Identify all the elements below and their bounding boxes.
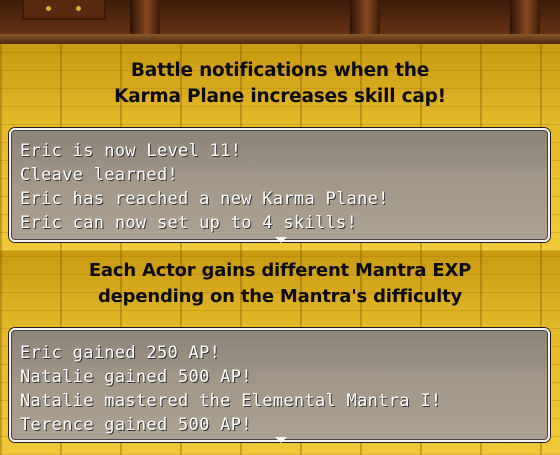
cabinet-knob-icon [76,6,81,11]
battle-message-window: Eric is now Level 11! Cleave learned! Er… [9,128,550,243]
message-line: Natalie gained 500 AP! [20,367,252,387]
message-line: Natalie mastered the Elemental Mantra I! [20,391,442,411]
caption-line: Each Actor gains different Mantra EXP [88,260,472,281]
bottom-screenshot-panel: Each Actor gains different Mantra EXP de… [0,251,560,455]
caption: Battle notifications when the Karma Plan… [0,58,560,110]
caption-line: depending on the Mantra's difficulty [97,286,463,307]
caption: Each Actor gains different Mantra EXP de… [0,258,560,310]
cabinet-decoration [22,0,106,20]
wall-trim [0,34,560,44]
message-line: Eric has reached a new Karma Plane! [20,189,389,209]
continue-arrow-icon[interactable] [275,437,287,443]
message-line: Eric is now Level 11! [20,141,242,161]
message-line: Terence gained 500 AP! [20,415,252,435]
message-line: Eric can now set up to 4 skills! [20,213,358,233]
continue-arrow-icon[interactable] [275,237,287,243]
top-screenshot-panel: Battle notifications when the Karma Plan… [0,0,560,251]
caption-line: Karma Plane increases skill cap! [114,86,446,107]
message-line: Eric gained 250 AP! [20,343,221,363]
message-line: Cleave learned! [20,165,179,185]
caption-line: Battle notifications when the [130,60,430,81]
cabinet-knob-icon [46,6,51,11]
battle-message-window: Eric gained 250 AP! Natalie gained 500 A… [9,328,550,443]
